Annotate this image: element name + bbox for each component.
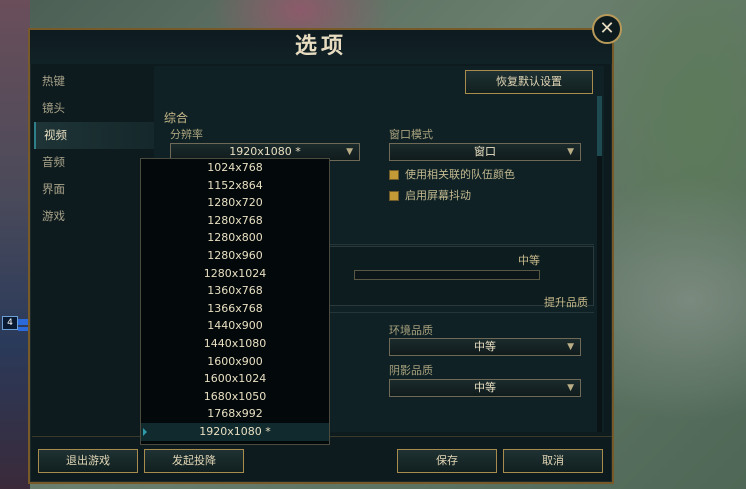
resolution-option[interactable]: 1024x768 — [141, 159, 329, 177]
chevron-down-icon: ▼ — [567, 383, 574, 393]
shadow-quality-value: 中等 — [474, 381, 496, 394]
quality-value-label: 中等 — [518, 254, 540, 267]
sidebar-item-camera[interactable]: 镜头 — [34, 95, 154, 122]
resolution-option[interactable]: 1600x1024 — [141, 370, 329, 388]
hud-level-chip: 4 — [2, 316, 18, 330]
resolution-option[interactable]: 1280x768 — [141, 212, 329, 230]
team-color-checkbox[interactable]: 使用相关联的队伍颜色 — [389, 166, 515, 182]
environment-quality-select[interactable]: 中等 ▼ — [389, 338, 581, 356]
resolution-option[interactable]: 1280x800 — [141, 229, 329, 247]
checkbox-icon — [389, 191, 399, 201]
sidebar-item-video[interactable]: 视频 — [34, 122, 154, 149]
close-icon: ✕ — [599, 18, 615, 39]
shadow-quality-select[interactable]: 中等 ▼ — [389, 379, 581, 397]
screen-shake-label: 启用屏幕抖动 — [405, 189, 471, 202]
chevron-down-icon: ▼ — [567, 147, 574, 157]
resolution-option[interactable]: 1600x900 — [141, 353, 329, 371]
resolution-option[interactable]: 1280x1024 — [141, 265, 329, 283]
close-button[interactable]: ✕ — [592, 14, 622, 44]
save-button[interactable]: 保存 — [397, 449, 497, 473]
resolution-value: 1920x1080 * — [229, 145, 301, 158]
quit-game-button[interactable]: 退出游戏 — [38, 449, 138, 473]
environment-quality-label: 环境品质 — [389, 324, 433, 337]
sidebar-item-audio[interactable]: 音频 — [34, 149, 154, 176]
resolution-option[interactable]: 1440x1080 — [141, 335, 329, 353]
resolution-label: 分辨率 — [170, 128, 203, 141]
team-color-label: 使用相关联的队伍颜色 — [405, 168, 515, 181]
quality-slider[interactable] — [354, 270, 540, 280]
chevron-down-icon: ▼ — [346, 147, 353, 157]
resolution-option[interactable]: 1768x992 — [141, 405, 329, 423]
game-hud-strip — [0, 0, 30, 489]
environment-quality-value: 中等 — [474, 340, 496, 353]
chevron-down-icon: ▼ — [567, 342, 574, 352]
sidebar-item-game[interactable]: 游戏 — [34, 203, 154, 230]
checkbox-icon — [389, 170, 399, 180]
window-title: 选项 — [30, 30, 612, 64]
section-title-general: 综合 — [164, 111, 189, 125]
resolution-option-selected[interactable]: 1920x1080 * — [141, 422, 329, 441]
surrender-button[interactable]: 发起投降 — [144, 449, 244, 473]
resolution-option[interactable]: 1360x768 — [141, 282, 329, 300]
window-mode-select[interactable]: 窗口 ▼ — [389, 143, 581, 161]
window-mode-label: 窗口模式 — [389, 128, 433, 141]
resolution-option[interactable]: 1280x960 — [141, 247, 329, 265]
window-mode-value: 窗口 — [474, 145, 496, 158]
resolution-dropdown-list[interactable]: 1024x768 1152x864 1280x720 1280x768 1280… — [140, 158, 330, 445]
boost-quality-label: 提升品质 — [544, 296, 588, 309]
resolution-option[interactable]: 1280x720 — [141, 194, 329, 212]
resolution-option[interactable]: 1440x900 — [141, 317, 329, 335]
reset-defaults-button[interactable]: 恢复默认设置 — [465, 70, 593, 94]
sidebar-item-interface[interactable]: 界面 — [34, 176, 154, 203]
resolution-option[interactable]: 1152x864 — [141, 177, 329, 195]
resolution-option[interactable]: 1680x1050 — [141, 388, 329, 406]
scrollbar-thumb[interactable] — [597, 96, 602, 156]
sidebar: 热键 镜头 视频 音频 界面 游戏 — [34, 68, 154, 230]
resolution-option[interactable]: 1366x768 — [141, 300, 329, 318]
sidebar-item-hotkeys[interactable]: 热键 — [34, 68, 154, 95]
shadow-quality-label: 阴影品质 — [389, 364, 433, 377]
screen-shake-checkbox[interactable]: 启用屏幕抖动 — [389, 187, 471, 203]
cancel-button[interactable]: 取消 — [503, 449, 603, 473]
